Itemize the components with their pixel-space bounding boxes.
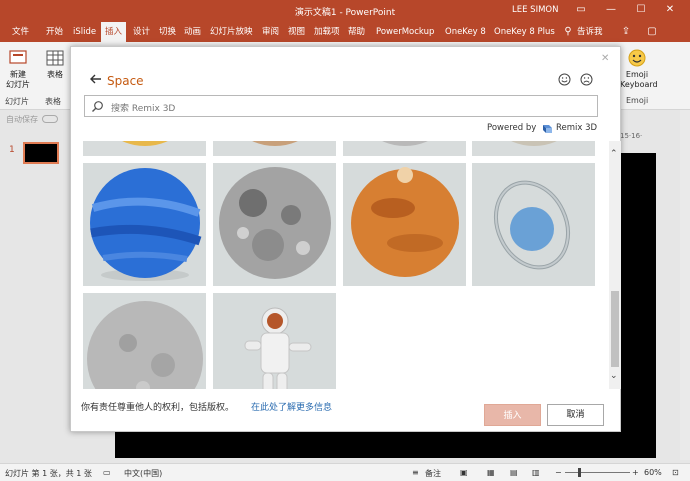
scroll-up-icon[interactable]: ⌃ [610, 149, 618, 159]
slide-canvas-bottom[interactable] [115, 432, 621, 458]
learn-more-link[interactable]: 在此处了解更多信息 [251, 400, 332, 413]
notes-button[interactable]: 备注 [425, 468, 441, 479]
copyright-note: 你有责任尊重他人的权利，包括版权。 [81, 403, 235, 413]
tab-addins[interactable]: 加载项 [314, 22, 340, 42]
frown-feedback-icon[interactable] [580, 73, 593, 86]
remix3d-dialog: ✕ Space 搜索 Remix 3D Powered by Remix 3D [70, 46, 621, 432]
tab-animations[interactable]: 动画 [184, 22, 201, 42]
back-arrow-icon[interactable] [89, 72, 103, 86]
model-tile-uranus[interactable] [472, 163, 595, 286]
normal-view-icon[interactable]: ▣ [460, 468, 468, 477]
remix3d-logo-icon [543, 125, 552, 133]
tab-islide[interactable]: iSlide [73, 22, 96, 42]
slide-canvas[interactable] [620, 153, 656, 458]
emoji-keyboard-label: Emoji Keyboard [620, 70, 658, 89]
comments-icon[interactable]: ▢ [646, 26, 658, 38]
tab-onekey8plus[interactable]: OneKey 8 Plus [494, 22, 555, 42]
tab-design[interactable]: 设计 [133, 22, 150, 42]
notes-icon[interactable]: ≡ [412, 468, 419, 477]
slide-sorter-icon[interactable]: ▦ [487, 468, 495, 477]
powered-by-label: Powered by [487, 123, 537, 133]
emoji-face-icon [628, 49, 646, 67]
model-tile-neptune[interactable] [83, 163, 206, 286]
share-icon[interactable]: ⇪ [620, 26, 632, 38]
close-icon[interactable]: ✕ [663, 3, 677, 17]
title-bar: 演示文稿1 - PowerPoint LEE SIMON ▭ — ☐ ✕ [0, 0, 690, 22]
tab-help[interactable]: 帮助 [348, 22, 365, 42]
scroll-thumb[interactable] [611, 291, 619, 367]
spellcheck-icon[interactable]: ▭ [103, 468, 111, 477]
model-tile-partial[interactable] [83, 141, 206, 156]
reading-view-icon[interactable]: ▤ [510, 468, 518, 477]
cancel-button[interactable]: 取消 [547, 404, 604, 426]
zoom-slider[interactable] [565, 472, 630, 473]
scroll-down-icon[interactable]: ⌄ [610, 371, 618, 381]
slideshow-icon[interactable]: ▥ [532, 468, 540, 477]
ribbon-tabs: 文件 开始 iSlide 插入 设计 切换 动画 幻灯片放映 审阅 视图 加载项… [0, 22, 690, 42]
group-table-label: 表格 [45, 97, 61, 106]
model-tile-astronaut[interactable] [213, 293, 336, 389]
model-grid [71, 141, 620, 389]
minimize-icon[interactable]: — [604, 3, 618, 17]
slide-count: 幻灯片 第 1 张，共 1 张 [5, 469, 92, 478]
zoom-out-icon[interactable]: − [555, 468, 562, 477]
model-tile-partial[interactable] [472, 141, 595, 156]
insert-button[interactable]: 插入 [484, 404, 541, 426]
slide-number: 1 [9, 145, 15, 155]
tab-powermockup[interactable]: PowerMockup [376, 22, 434, 42]
autosave-label: 自动保存 [6, 115, 38, 124]
table-icon [46, 50, 64, 66]
autosave-toggle[interactable] [42, 115, 58, 123]
tab-slideshow[interactable]: 幻灯片放映 [210, 22, 253, 42]
table-label: 表格 [47, 70, 63, 79]
dialog-scrollbar[interactable]: ⌃ ⌄ [609, 141, 621, 389]
model-tile-partial[interactable] [343, 141, 466, 156]
slide-thumbnail[interactable] [23, 142, 59, 164]
smile-feedback-icon[interactable] [558, 73, 571, 86]
new-slide-button[interactable]: 新建 幻灯片 [4, 48, 32, 90]
editor-scrollbar[interactable] [680, 110, 690, 460]
ribbon-display-icon[interactable]: ▭ [574, 3, 588, 17]
tell-me-box[interactable]: 告诉我 [577, 22, 603, 42]
new-slide-icon [9, 50, 27, 64]
model-tile-mars[interactable] [343, 163, 466, 286]
new-slide-label: 新建 幻灯片 [6, 70, 30, 89]
status-bar: 幻灯片 第 1 张，共 1 张 ▭ 中文(中国) ≡ 备注 ▣ ▦ ▤ ▥ − … [0, 463, 690, 481]
model-tile-partial[interactable] [213, 141, 336, 156]
search-icon [92, 101, 103, 112]
tab-file[interactable]: 文件 [12, 22, 29, 42]
tab-insert[interactable]: 插入 [101, 22, 127, 42]
zoom-in-icon[interactable]: + [632, 468, 639, 477]
tab-onekey8[interactable]: OneKey 8 [445, 22, 486, 42]
zoom-level[interactable]: 60% [644, 468, 662, 477]
tab-view[interactable]: 视图 [288, 22, 305, 42]
tab-home[interactable]: 开始 [46, 22, 63, 42]
fit-to-window-icon[interactable]: ⊡ [672, 468, 679, 477]
dialog-close-icon[interactable]: ✕ [601, 53, 609, 64]
zoom-slider-thumb[interactable] [578, 468, 581, 477]
dialog-title: Space [107, 74, 144, 88]
remix3d-brand: Remix 3D [556, 123, 598, 133]
search-input[interactable]: 搜索 Remix 3D [84, 95, 598, 117]
language-indicator[interactable]: 中文(中国) [124, 468, 162, 479]
user-name[interactable]: LEE SIMON [512, 5, 558, 15]
search-placeholder: 搜索 Remix 3D [111, 104, 176, 114]
model-tile-mercury[interactable] [83, 293, 206, 389]
group-emoji-label: Emoji [626, 96, 649, 105]
maximize-icon[interactable]: ☐ [634, 3, 648, 17]
model-tile-moon[interactable] [213, 163, 336, 286]
table-button[interactable]: 表格 [42, 48, 68, 80]
lightbulb-search-icon[interactable]: ⚲ [562, 26, 574, 38]
group-slides-label: 幻灯片 [5, 97, 29, 106]
tab-review[interactable]: 审阅 [262, 22, 279, 42]
tab-transitions[interactable]: 切换 [159, 22, 176, 42]
emoji-keyboard-button[interactable]: Emoji Keyboard [620, 48, 658, 90]
